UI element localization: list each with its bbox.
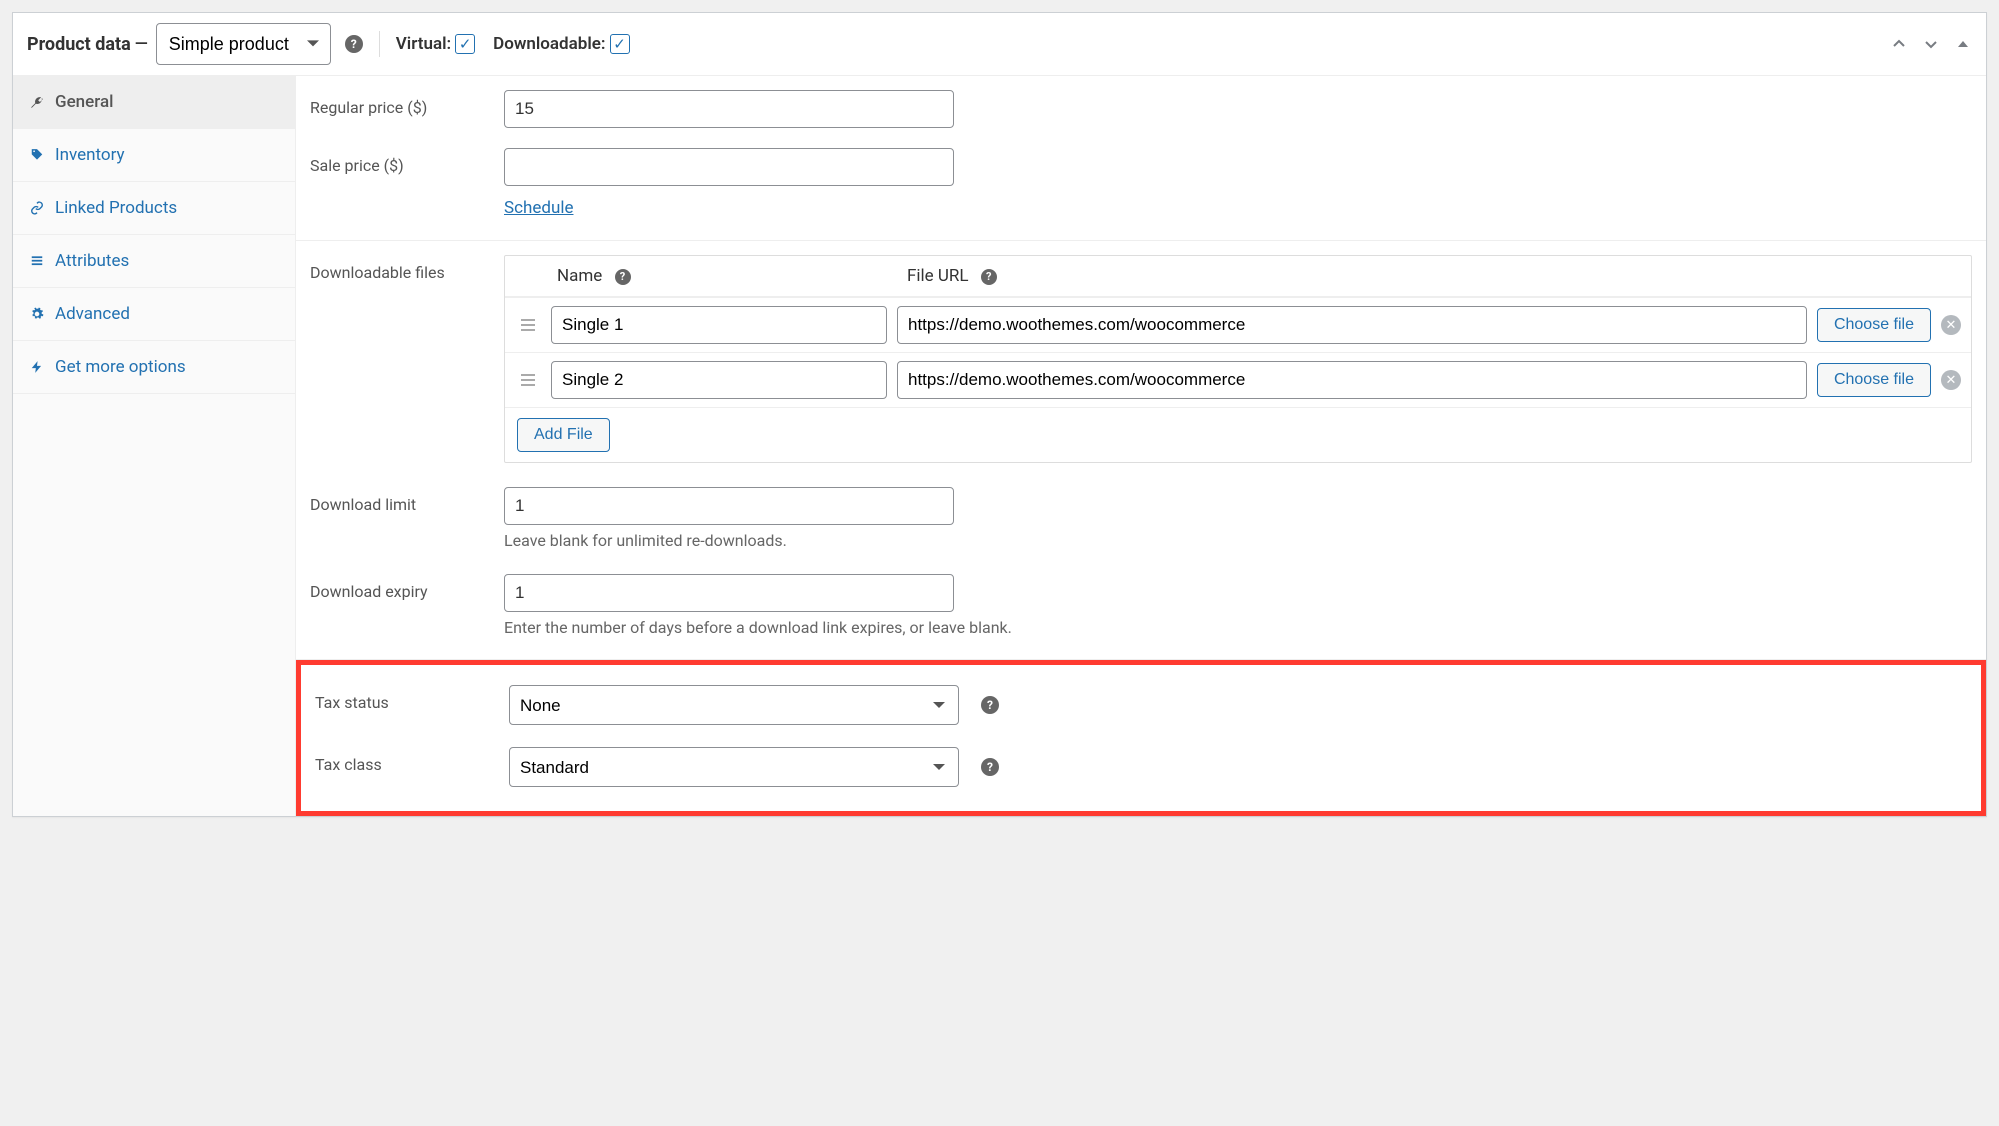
add-file-button[interactable]: Add File xyxy=(517,418,610,452)
downloads-table: Name ? File URL ? xyxy=(504,255,1972,463)
list-icon xyxy=(29,254,45,268)
virtual-checkbox[interactable]: ✓ xyxy=(455,34,475,54)
downloads-section: Downloadable files Name ? File URL ? xyxy=(296,241,1986,660)
wrench-icon xyxy=(29,95,45,109)
schedule-link[interactable]: Schedule xyxy=(504,198,573,218)
tax-section-highlighted: Tax status None ? Tax class xyxy=(296,660,1986,816)
col-name-header: Name ? xyxy=(557,266,907,286)
download-row: Choose file ✕ xyxy=(505,297,1971,352)
download-expiry-label: Download expiry xyxy=(310,574,504,601)
download-name-input[interactable] xyxy=(551,361,887,399)
drag-handle-icon[interactable] xyxy=(515,319,541,331)
product-data-panel: Product data — Simple product ? Virtual:… xyxy=(12,12,1987,817)
tax-class-select[interactable]: Standard xyxy=(509,747,959,787)
tab-attributes[interactable]: Attributes xyxy=(13,235,295,288)
tab-label: Attributes xyxy=(55,251,129,271)
download-expiry-desc: Enter the number of days before a downlo… xyxy=(504,618,1972,637)
tab-general[interactable]: General xyxy=(13,76,295,129)
tab-label: General xyxy=(55,92,113,112)
download-limit-label: Download limit xyxy=(310,487,504,514)
bolt-icon xyxy=(29,360,45,374)
content: Regular price ($) Sale price ($) Schedul… xyxy=(296,76,1986,816)
tab-advanced[interactable]: Advanced xyxy=(13,288,295,341)
help-icon[interactable]: ? xyxy=(345,35,363,53)
tab-linked[interactable]: Linked Products xyxy=(13,182,295,235)
tab-inventory[interactable]: Inventory xyxy=(13,129,295,182)
help-icon[interactable]: ? xyxy=(981,696,999,714)
pricing-section: Regular price ($) Sale price ($) Schedul… xyxy=(296,76,1986,241)
downloadable-label: Downloadable: xyxy=(493,34,605,54)
tag-icon xyxy=(29,148,45,162)
gear-icon xyxy=(29,307,45,321)
tax-status-select[interactable]: None xyxy=(509,685,959,725)
collapse-icon[interactable] xyxy=(1950,31,1976,57)
download-row: Choose file ✕ xyxy=(505,352,1971,407)
download-url-input[interactable] xyxy=(897,361,1807,399)
drag-handle-icon[interactable] xyxy=(515,374,541,386)
tab-label: Advanced xyxy=(55,304,130,324)
choose-file-button[interactable]: Choose file xyxy=(1817,308,1931,342)
download-limit-input[interactable] xyxy=(504,487,954,525)
tab-label: Inventory xyxy=(55,145,125,165)
download-limit-desc: Leave blank for unlimited re-downloads. xyxy=(504,531,1972,550)
downloads-label: Downloadable files xyxy=(310,255,504,282)
delete-icon[interactable]: ✕ xyxy=(1941,370,1961,390)
divider xyxy=(379,31,380,57)
sale-price-input[interactable] xyxy=(504,148,954,186)
tab-get-more[interactable]: Get more options xyxy=(13,341,295,394)
tab-label: Get more options xyxy=(55,357,186,377)
title-dash: — xyxy=(135,34,148,54)
tab-label: Linked Products xyxy=(55,198,177,218)
regular-price-input[interactable] xyxy=(504,90,954,128)
move-up-icon[interactable] xyxy=(1886,31,1912,57)
tax-class-label: Tax class xyxy=(315,747,509,774)
help-icon[interactable]: ? xyxy=(981,758,999,776)
panel-title: Product data xyxy=(27,34,131,55)
help-icon[interactable]: ? xyxy=(615,269,631,285)
tax-status-label: Tax status xyxy=(315,685,509,712)
sale-price-label: Sale price ($) xyxy=(310,148,504,175)
downloadable-checkbox[interactable]: ✓ xyxy=(610,34,630,54)
move-down-icon[interactable] xyxy=(1918,31,1944,57)
virtual-label: Virtual: xyxy=(396,34,451,54)
help-icon[interactable]: ? xyxy=(981,269,997,285)
download-expiry-input[interactable] xyxy=(504,574,954,612)
choose-file-button[interactable]: Choose file xyxy=(1817,363,1931,397)
panel-header: Product data — Simple product ? Virtual:… xyxy=(13,13,1986,76)
link-icon xyxy=(29,201,45,215)
col-url-header: File URL ? xyxy=(907,266,1959,286)
regular-price-label: Regular price ($) xyxy=(310,90,504,117)
download-url-input[interactable] xyxy=(897,306,1807,344)
product-type-select[interactable]: Simple product xyxy=(156,23,331,65)
delete-icon[interactable]: ✕ xyxy=(1941,315,1961,335)
download-name-input[interactable] xyxy=(551,306,887,344)
tabs: General Inventory Linked Products Attrib… xyxy=(13,76,296,816)
